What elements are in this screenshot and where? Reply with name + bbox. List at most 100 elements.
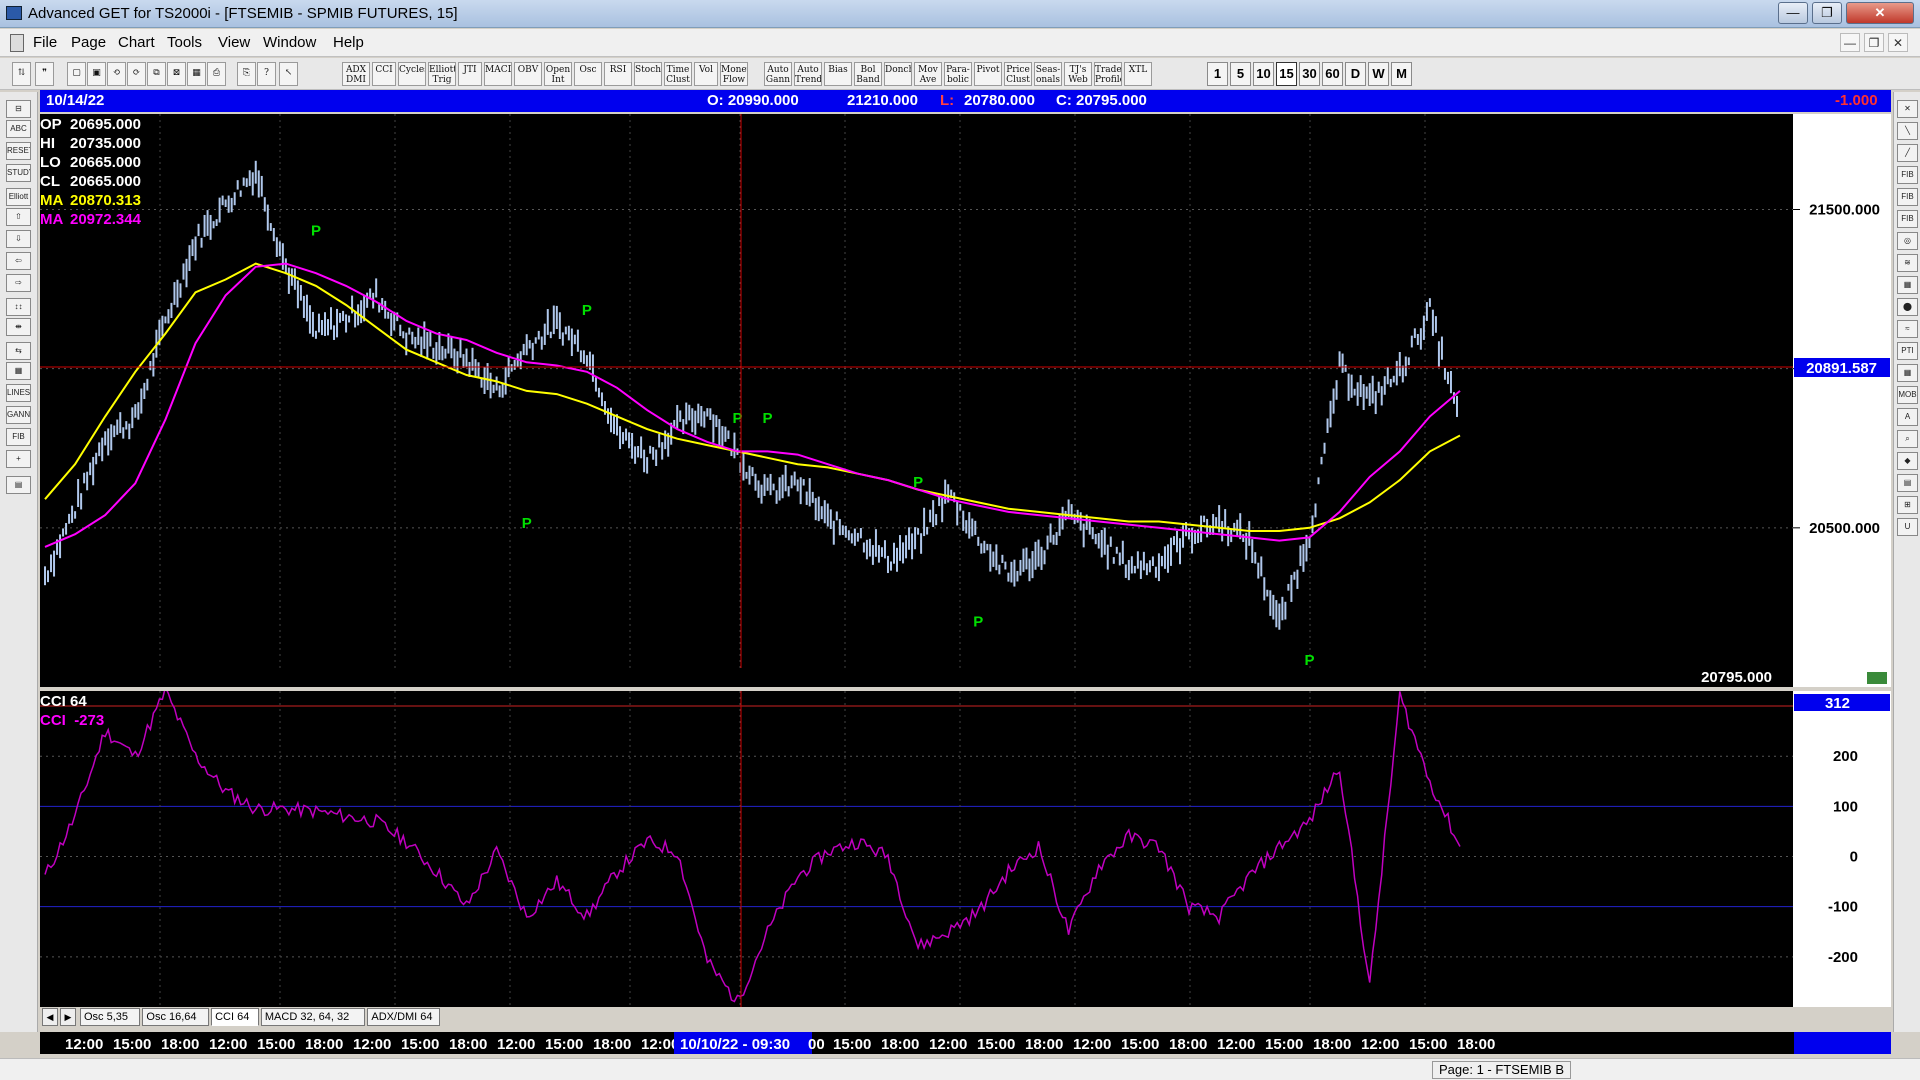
menu-window[interactable]: Window [263, 34, 316, 51]
right-tool-12-icon[interactable]: ▦ [1897, 364, 1918, 382]
toolbar-icon-9-icon[interactable]: ⎙ [207, 62, 226, 86]
study-button-cycles[interactable]: Cycles [398, 62, 426, 86]
left-tool-7-icon[interactable]: ⇦ [6, 252, 31, 270]
study-button-adx-dmi[interactable]: ADX DMI [342, 62, 370, 86]
timeframe-button-5[interactable]: 5 [1230, 62, 1251, 86]
study-button-macd[interactable]: MACD [484, 62, 512, 86]
timeframe-button-w[interactable]: W [1368, 62, 1389, 86]
mdi-restore-button[interactable]: ❐ [1864, 33, 1884, 52]
toolbar-icon-3-icon[interactable]: ▣ [87, 62, 106, 86]
toolbar-icon-12-icon[interactable]: ↖ [279, 62, 298, 86]
indicator-tab-osc-16-64[interactable]: Osc 16,64 [142, 1008, 210, 1026]
toolbar-icon-1-icon[interactable]: ❞ [35, 62, 54, 86]
study-button-auto-gann[interactable]: Auto Gann [764, 62, 792, 86]
study-button-para-bolic[interactable]: Para- bolic [944, 62, 972, 86]
menu-chart[interactable]: Chart [118, 34, 155, 51]
right-tool-10-icon[interactable]: ≈ [1897, 320, 1918, 338]
right-tool-19-icon[interactable]: U [1897, 518, 1918, 536]
document-icon[interactable] [10, 34, 24, 52]
study-button-xtl[interactable]: XTL [1124, 62, 1152, 86]
study-button-bias[interactable]: Bias [824, 62, 852, 86]
study-button-cci[interactable]: CCI [372, 62, 396, 86]
left-tool-3-icon[interactable]: STUDY [6, 164, 31, 182]
study-button-auto-trend[interactable]: Auto Trend [794, 62, 822, 86]
price-chart-panel[interactable]: PPPPPPPP 21500.00021000.00020500.000 208… [40, 114, 1891, 687]
study-button-trade-profile[interactable]: Trade Profile [1094, 62, 1122, 86]
right-tool-0-icon[interactable]: ✕ [1897, 100, 1918, 118]
timeframe-button-60[interactable]: 60 [1322, 62, 1343, 86]
mdi-minimize-button[interactable]: — [1840, 33, 1860, 52]
left-tool-6-icon[interactable]: ⇩ [6, 230, 31, 248]
toolbar-icon-8-icon[interactable]: ▦ [187, 62, 206, 86]
right-tool-4-icon[interactable]: FIB EXT [1897, 188, 1918, 206]
left-tool-2-icon[interactable]: RESET [6, 142, 31, 160]
right-tool-6-icon[interactable]: ◎ [1897, 232, 1918, 250]
right-tool-7-icon[interactable]: ≋ [1897, 254, 1918, 272]
left-tool-14-icon[interactable]: GANN [6, 406, 31, 424]
tab-scroll-right-icon[interactable]: ▶ [60, 1008, 76, 1026]
tab-scroll-left-icon[interactable]: ◀ [42, 1008, 58, 1026]
left-tool-9-icon[interactable]: ↕↕ [6, 298, 31, 316]
cci-panel[interactable]: 3002001000-100-200 312 CCI 64 CCI -273 [40, 691, 1891, 1007]
left-tool-15-icon[interactable]: FIB [6, 428, 31, 446]
right-tool-17-icon[interactable]: ▤ [1897, 474, 1918, 492]
left-tool-4-icon[interactable]: Elliott [6, 188, 31, 206]
toolbar-icon-2-icon[interactable]: ▢ [67, 62, 86, 86]
left-tool-17-icon[interactable]: ▤ [6, 476, 31, 494]
study-button-osc[interactable]: Osc [574, 62, 602, 86]
toolbar-icon-7-icon[interactable]: ⊠ [167, 62, 186, 86]
toolbar-icon-11-icon[interactable]: ? [257, 62, 276, 86]
indicator-tab-macd-32-64-32[interactable]: MACD 32, 64, 32 [260, 1008, 366, 1026]
right-tool-1-icon[interactable]: ╲ [1897, 122, 1918, 140]
study-button-jti[interactable]: JTI [458, 62, 482, 86]
toolbar-icon-10-icon[interactable]: ⎘ [237, 62, 256, 86]
right-tool-9-icon[interactable]: ⬤ [1897, 298, 1918, 316]
left-tool-16-icon[interactable]: + [6, 450, 31, 468]
left-tool-1-icon[interactable]: ABC [6, 120, 31, 138]
right-tool-5-icon[interactable]: FIB TIME [1897, 210, 1918, 228]
timeframe-button-30[interactable]: 30 [1299, 62, 1320, 86]
right-tool-3-icon[interactable]: FIB RET [1897, 166, 1918, 184]
indicator-tab-osc-5-35[interactable]: Osc 5,35 [80, 1008, 141, 1026]
timeframe-button-d[interactable]: D [1345, 62, 1366, 86]
left-tool-5-icon[interactable]: ⇧ [6, 208, 31, 226]
study-button-tj-s-web[interactable]: TJ's Web [1064, 62, 1092, 86]
study-button-donch[interactable]: Donch [884, 62, 912, 86]
right-tool-13-icon[interactable]: MOB [1897, 386, 1918, 404]
study-button-obv[interactable]: OBV [514, 62, 542, 86]
toolbar-icon-0-icon[interactable]: ⇅ [12, 62, 31, 86]
study-button-vol[interactable]: Vol [694, 62, 718, 86]
study-button-elliott-trig[interactable]: Elliott Trig [428, 62, 456, 86]
left-tool-13-icon[interactable]: LINES [6, 384, 31, 402]
timeframe-button-1[interactable]: 1 [1207, 62, 1228, 86]
right-tool-11-icon[interactable]: PTI [1897, 342, 1918, 360]
toolbar-icon-4-icon[interactable]: ⟲ [107, 62, 126, 86]
toolbar-icon-5-icon[interactable]: ⟳ [127, 62, 146, 86]
left-tool-0-icon[interactable]: ⊟ [6, 100, 31, 118]
right-tool-8-icon[interactable]: ▦ [1897, 276, 1918, 294]
study-button-rsi[interactable]: RSI [604, 62, 632, 86]
right-tool-15-icon[interactable]: ⌕ [1897, 430, 1918, 448]
timeframe-button-m[interactable]: M [1391, 62, 1412, 86]
study-button-seas-onals[interactable]: Seas- onals [1034, 62, 1062, 86]
toolbar-icon-6-icon[interactable]: ⧉ [147, 62, 166, 86]
menu-tools[interactable]: Tools [167, 34, 202, 51]
left-tool-11-icon[interactable]: ⇆ [6, 342, 31, 360]
study-button-bol-band[interactable]: Bol Band [854, 62, 882, 86]
study-button-open-int[interactable]: Open Int [544, 62, 572, 86]
study-button-stoch[interactable]: Stoch [634, 62, 662, 86]
right-tool-18-icon[interactable]: ⊞ [1897, 496, 1918, 514]
study-button-time-clust[interactable]: Time Clust [664, 62, 692, 86]
right-tool-14-icon[interactable]: A [1897, 408, 1918, 426]
right-tool-16-icon[interactable]: ◆ [1897, 452, 1918, 470]
study-button-money-flow[interactable]: Money Flow [720, 62, 748, 86]
study-button-mov-ave[interactable]: Mov Ave [914, 62, 942, 86]
indicator-tab-cci-64[interactable]: CCI 64 [211, 1008, 259, 1026]
timeframe-button-15[interactable]: 15 [1276, 62, 1297, 86]
close-button[interactable]: ✕ [1846, 2, 1914, 24]
menu-view[interactable]: View [218, 34, 250, 51]
study-button-price-clust[interactable]: Price Clust [1004, 62, 1032, 86]
timeframe-button-10[interactable]: 10 [1253, 62, 1274, 86]
restore-button[interactable]: ❐ [1812, 2, 1842, 24]
chart-status-icon[interactable] [1867, 672, 1887, 684]
